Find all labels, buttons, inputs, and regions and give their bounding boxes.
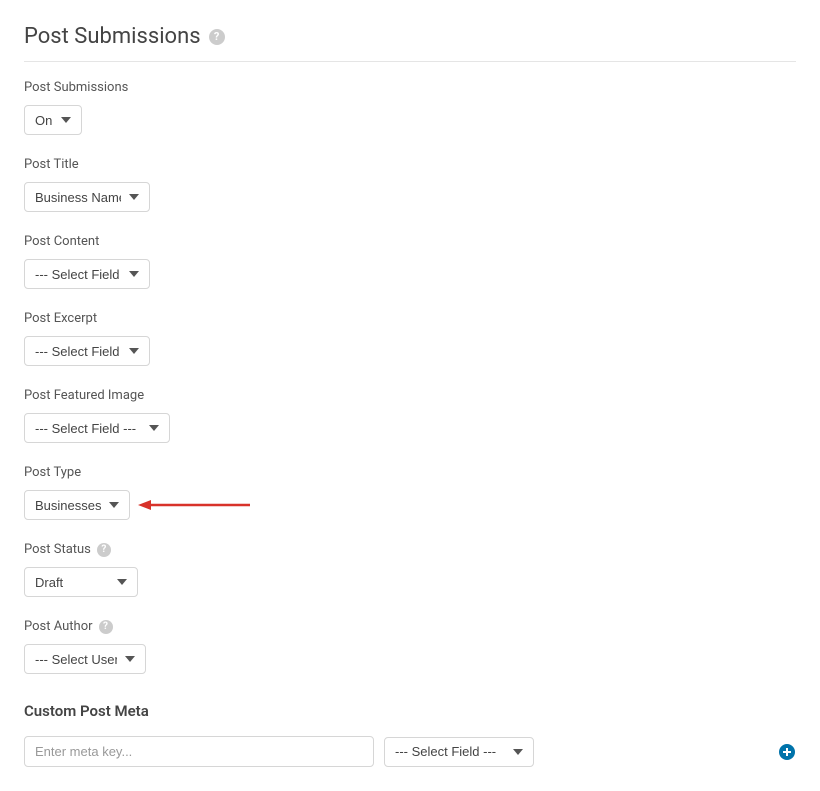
- field-post-title: Post Title Business Name: [24, 157, 796, 212]
- field-post-author: Post Author ? --- Select User ---: [24, 619, 796, 674]
- select-post-submissions[interactable]: On: [24, 105, 82, 135]
- label-post-author: Post Author ?: [24, 619, 796, 634]
- help-icon[interactable]: ?: [97, 543, 111, 557]
- label-post-author-text: Post Author: [24, 619, 93, 634]
- label-post-content: Post Content: [24, 234, 796, 249]
- arrow-annotation-icon: [138, 498, 250, 512]
- field-post-featured-image: Post Featured Image --- Select Field ---: [24, 388, 796, 443]
- label-post-submissions: Post Submissions: [24, 80, 796, 95]
- custom-meta-row: --- Select Field ---: [24, 736, 796, 767]
- select-meta-field[interactable]: --- Select Field ---: [384, 737, 534, 767]
- select-post-status[interactable]: Draft: [24, 567, 138, 597]
- label-post-featured-image: Post Featured Image: [24, 388, 796, 403]
- help-icon[interactable]: ?: [209, 29, 225, 45]
- select-post-excerpt[interactable]: --- Select Field ---: [24, 336, 150, 366]
- section-custom-post-meta-title: Custom Post Meta: [24, 702, 796, 720]
- page-title: Post Submissions: [24, 24, 201, 49]
- select-post-author[interactable]: --- Select User ---: [24, 644, 146, 674]
- field-post-excerpt: Post Excerpt --- Select Field ---: [24, 311, 796, 366]
- add-meta-icon[interactable]: [778, 743, 796, 761]
- meta-key-input[interactable]: [24, 736, 374, 767]
- select-post-content[interactable]: --- Select Field ---: [24, 259, 150, 289]
- field-post-status: Post Status ? Draft: [24, 542, 796, 597]
- label-post-type: Post Type: [24, 465, 796, 480]
- label-post-title: Post Title: [24, 157, 796, 172]
- select-post-title[interactable]: Business Name: [24, 182, 150, 212]
- field-post-submissions: Post Submissions On: [24, 80, 796, 135]
- label-post-status-text: Post Status: [24, 542, 91, 557]
- select-post-featured-image[interactable]: --- Select Field ---: [24, 413, 170, 443]
- select-post-type[interactable]: Businesses: [24, 490, 130, 520]
- page-header: Post Submissions ?: [24, 24, 796, 62]
- field-post-content: Post Content --- Select Field ---: [24, 234, 796, 289]
- label-post-excerpt: Post Excerpt: [24, 311, 796, 326]
- help-icon[interactable]: ?: [99, 620, 113, 634]
- label-post-status: Post Status ?: [24, 542, 796, 557]
- field-post-type: Post Type Businesses: [24, 465, 796, 520]
